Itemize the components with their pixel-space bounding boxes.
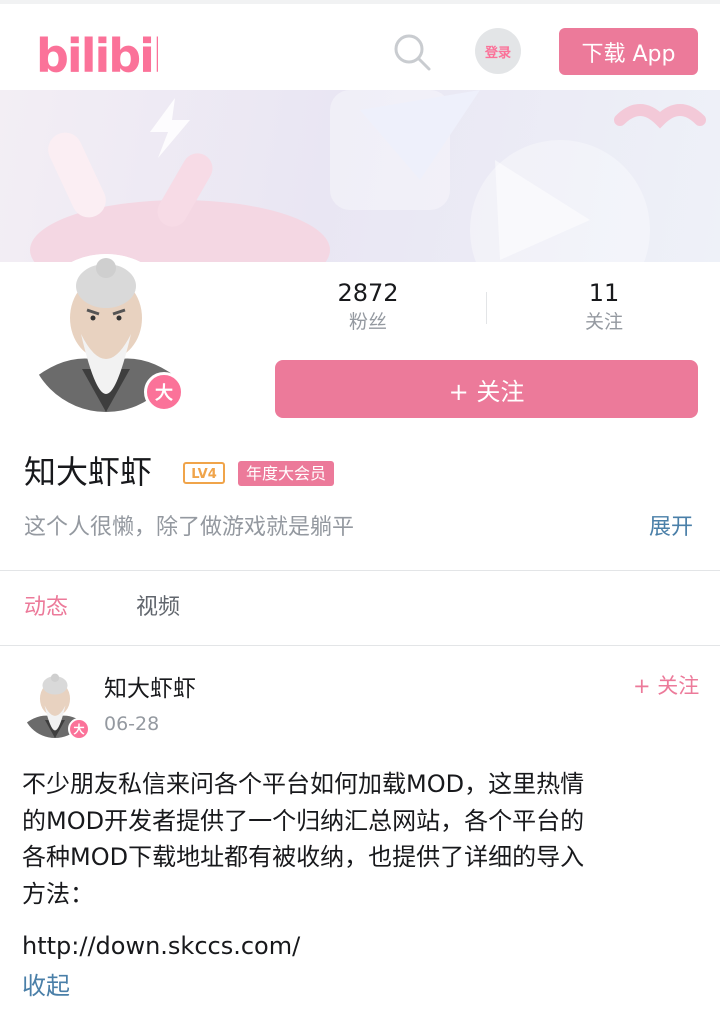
fans-count: 2872 bbox=[337, 279, 399, 307]
post-author-name[interactable]: 知大虾虾 bbox=[104, 674, 196, 704]
tab-video[interactable]: 视频 bbox=[136, 590, 180, 626]
fans-label: 粉丝 bbox=[348, 311, 387, 333]
download-app-button[interactable]: 下载 App bbox=[559, 28, 698, 75]
post-line: 的MOD开发者提供了一个归纳汇总网站，各个平台的 bbox=[22, 806, 585, 835]
svg-text:LV4: LV4 bbox=[191, 467, 217, 482]
follow-button[interactable]: + 关注 bbox=[275, 360, 698, 418]
collapse-link[interactable]: 收起 bbox=[22, 968, 70, 1004]
profile-bio: 这个人很懒，除了做游戏就是躺平 bbox=[24, 515, 355, 540]
login-button[interactable]: 登录 bbox=[475, 28, 521, 74]
svg-text:bilibili: bilibili bbox=[36, 29, 158, 80]
username: 知大虾虾 bbox=[24, 453, 153, 491]
bilibili-logo[interactable]: bilibili bbox=[34, 18, 158, 80]
fans-stat[interactable]: 2872 粉丝 bbox=[318, 278, 418, 336]
vip-badge: 年度大会员 bbox=[238, 461, 335, 486]
following-count: 11 bbox=[588, 279, 620, 307]
level-badge-icon: LV4 bbox=[183, 462, 225, 484]
official-badge-icon: 大 bbox=[68, 718, 90, 740]
post-content: 不少朋友私信来问各个平台如何加载MOD，这里热情 的MOD开发者提供了一个归纳汇… bbox=[22, 766, 702, 912]
post-url-link[interactable]: http://down.skccs.com/ bbox=[22, 928, 300, 964]
search-icon[interactable] bbox=[392, 32, 432, 72]
top-header: bilibili 登录 下载 App bbox=[0, 0, 720, 90]
post-date: 06-28 bbox=[104, 713, 160, 735]
following-label: 关注 bbox=[584, 311, 623, 333]
official-badge-icon: 大 bbox=[144, 372, 184, 412]
following-stat[interactable]: 11 关注 bbox=[554, 278, 654, 336]
divider bbox=[0, 570, 720, 571]
divider bbox=[0, 645, 720, 646]
profile-banner bbox=[0, 90, 720, 262]
expand-bio-link[interactable]: 展开 bbox=[649, 512, 693, 544]
post-follow-button[interactable]: + 关注 bbox=[633, 672, 699, 700]
tab-dynamic[interactable]: 动态 bbox=[24, 590, 68, 626]
post-line: 各种MOD下载地址都有被收纳，也提供了详细的导入 bbox=[22, 843, 585, 872]
stat-divider bbox=[486, 292, 487, 324]
post-line: 方法： bbox=[22, 879, 94, 908]
post-line: 不少朋友私信来问各个平台如何加载MOD，这里热情 bbox=[22, 770, 585, 798]
banner-illustration bbox=[30, 90, 706, 262]
